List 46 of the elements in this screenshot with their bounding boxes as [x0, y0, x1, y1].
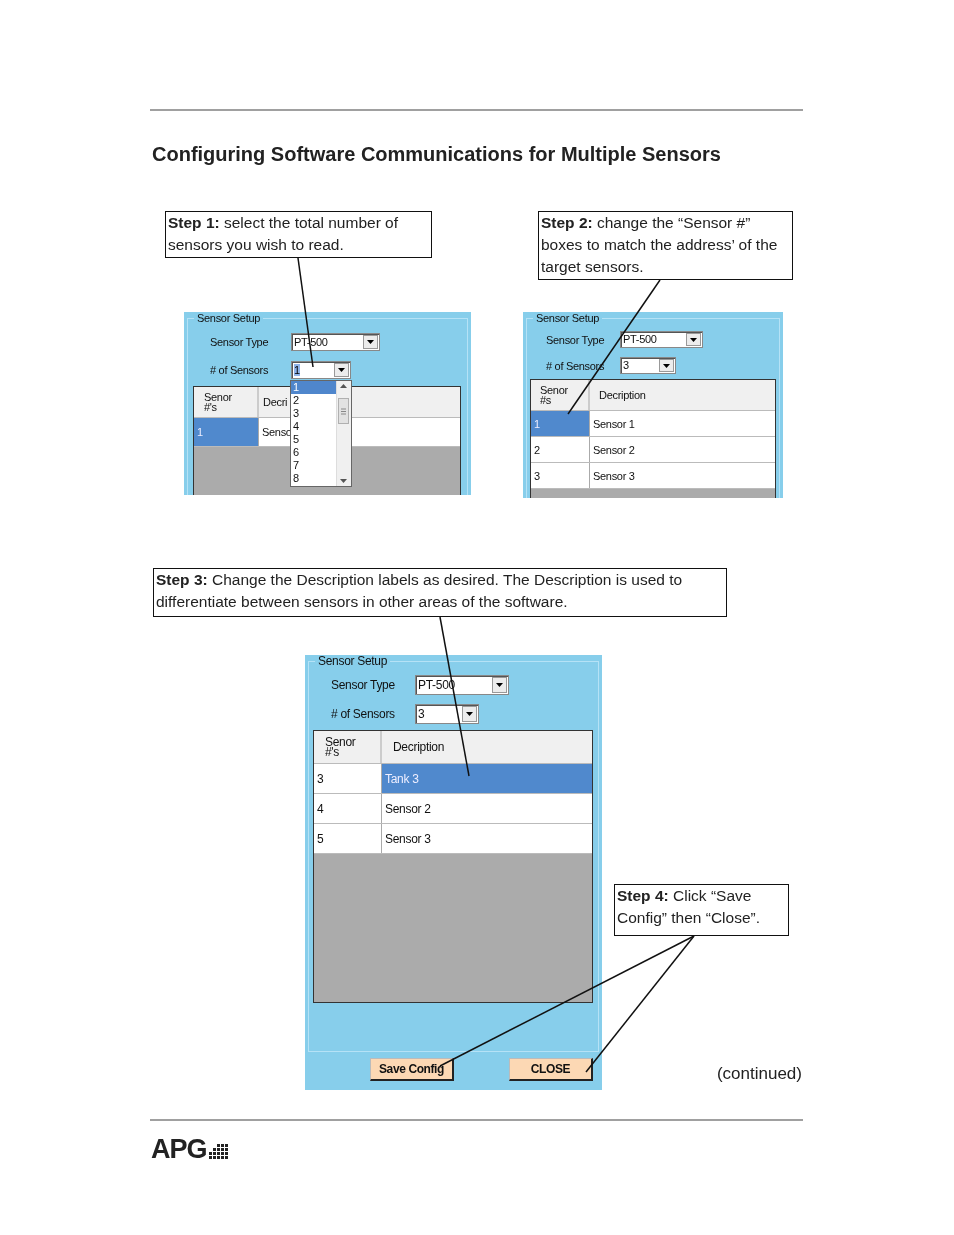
list-option[interactable]: 2 [291, 394, 336, 407]
scroll-down-icon[interactable] [340, 479, 347, 483]
table-cell[interactable]: 4 [314, 794, 382, 823]
scrollbar[interactable] [336, 381, 351, 486]
group-title: Sensor Setup [194, 312, 264, 325]
list-option[interactable]: 8 [291, 472, 336, 485]
scroll-thumb[interactable] [338, 398, 349, 424]
list-option[interactable]: 6 [291, 446, 336, 459]
table-cell[interactable]: Sensor 2 [590, 437, 775, 462]
table-cell[interactable]: 2 [531, 437, 590, 462]
table-cell[interactable]: 3 [314, 764, 382, 793]
table-cell[interactable]: Sensor 3 [590, 463, 775, 488]
table-cell[interactable]: Sensor 2 [382, 794, 592, 823]
column-header: Decri [262, 395, 288, 410]
list-option[interactable]: 7 [291, 459, 336, 472]
table-cell[interactable]: 3 [531, 463, 590, 488]
field-label: # of Sensors [210, 364, 270, 376]
square-grid-icon [208, 1144, 228, 1159]
group-title: Sensor Setup [315, 655, 391, 668]
field-label: Sensor Type [331, 678, 396, 692]
group-title: Sensor Setup [533, 312, 603, 325]
list-option[interactable]: 3 [291, 407, 336, 420]
dropdown-field[interactable]: 3 [415, 704, 479, 724]
list-option[interactable]: 1 [291, 381, 336, 394]
table-cell[interactable]: Sensor 1 [590, 411, 775, 436]
field-label: Sensor Type [210, 336, 270, 348]
list-option[interactable]: 5 [291, 433, 336, 446]
step-callout: Step 4: Click “Save Config” then “Close”. [614, 884, 789, 936]
step-callout: Step 2: change the “Sensor #” boxes to match the address’ of the target sensors. [538, 211, 793, 280]
column-header: Decription [598, 388, 647, 403]
table-cell[interactable]: 5 [314, 824, 382, 853]
column-header: Decription [392, 739, 446, 756]
dropdown-field[interactable]: 3 [620, 357, 676, 374]
continued-note: (continued) [716, 1064, 802, 1084]
page-heading: Configuring Software Communications for Multiple Sensors [152, 143, 721, 166]
logo-text: APG [151, 1135, 207, 1163]
table-cell[interactable]: Sensor 3 [382, 824, 592, 853]
list-option[interactable]: 4 [291, 420, 336, 433]
step-callout: Step 1: select the total number of sensors you wish to read. [165, 211, 432, 258]
step-callout: Step 3: Change the Description labels as desired. The Description is used to differentiate between sensors in other areas of the software. [153, 568, 727, 617]
dropdown-field[interactable]: PT-500 [620, 331, 703, 348]
action-button[interactable]: Save Config [370, 1058, 454, 1081]
field-label: Sensor Type [546, 333, 606, 346]
action-button[interactable]: CLOSE [509, 1058, 593, 1081]
dropdown-field[interactable]: 1 [291, 361, 351, 379]
field-label: # of Sensors [331, 707, 396, 721]
